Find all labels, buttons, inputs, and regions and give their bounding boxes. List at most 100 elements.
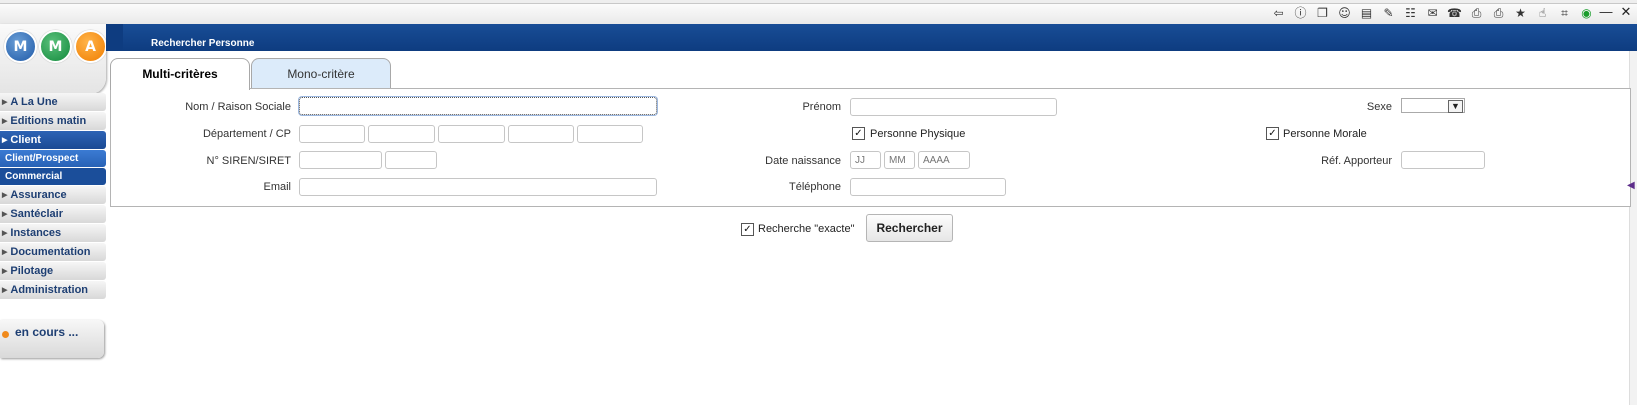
departement-label: Département / CP — [202, 128, 291, 140]
star-icon[interactable]: ★ — [1512, 5, 1529, 21]
prenom-input[interactable] — [850, 98, 1057, 116]
sexe-label: Sexe — [1366, 101, 1392, 113]
check-icon: ✓ — [854, 128, 863, 139]
siren-label: N° SIREN/SIRET — [206, 155, 291, 167]
prenom-label: Prénom — [802, 101, 841, 113]
chevron-down-icon: ▼ — [1448, 100, 1463, 113]
arrow-right-icon: ▶ — [2, 118, 8, 125]
card-icon[interactable]: ▤ — [1358, 5, 1375, 21]
cp-input[interactable] — [577, 125, 643, 143]
tab-mono-critere[interactable]: Mono-critère — [251, 58, 391, 89]
sidebar-item-pilotage[interactable]: ▶ Pilotage — [0, 262, 106, 280]
arrow-right-icon: ▶ — [2, 137, 8, 144]
status-icon[interactable]: ◉ — [1578, 5, 1595, 21]
sidebar-menu: ▶ A La Une ▶ Editions matin ▶ Client Client/Pr… — [0, 93, 106, 300]
status-panel: en cours ... — [0, 320, 104, 358]
copy-icon[interactable]: ❐ — [1314, 5, 1331, 21]
personne-morale-label: Personne Morale — [1283, 128, 1367, 140]
sidebar-item-administration[interactable]: ▶ Administration — [0, 281, 106, 299]
hand-icon[interactable]: ☝ — [1534, 5, 1551, 21]
date-naissance-label: Date naissance — [765, 155, 841, 167]
recherche-exacte-label: Recherche "exacte" — [758, 223, 855, 235]
sidebar-item-label: Editions matin — [10, 115, 87, 127]
sexe-select[interactable]: ▼ — [1401, 98, 1465, 113]
telephone-label: Téléphone — [789, 181, 841, 193]
search-button[interactable]: Rechercher — [866, 214, 953, 242]
telephone-input[interactable] — [850, 178, 1006, 196]
arrow-right-icon: ▶ — [2, 192, 8, 199]
arrow-right-icon: ▶ — [2, 268, 8, 275]
logo-letter-a: A — [74, 30, 107, 63]
arrow-right-icon: ▶ — [2, 249, 8, 256]
status-dot-icon — [2, 331, 9, 338]
recherche-exacte-checkbox[interactable]: ✓ — [741, 223, 754, 236]
sidebar-item-editions-matin[interactable]: ▶ Editions matin — [0, 112, 106, 130]
check-icon: ✓ — [743, 224, 752, 235]
personne-physique-checkbox[interactable]: ✓ — [852, 127, 865, 140]
ref-apporteur-label: Réf. Apporteur — [1321, 155, 1392, 167]
sidebar-item-label: Documentation — [10, 246, 91, 258]
departement-input-1[interactable] — [299, 125, 365, 143]
sidebar-item-label: Pilotage — [10, 265, 54, 277]
email-label: Email — [263, 181, 291, 193]
arrow-right-icon: ▶ — [2, 211, 8, 218]
scroll-arrow-icon[interactable]: ◀ — [1627, 180, 1635, 191]
date-month-input[interactable] — [884, 151, 915, 169]
smiley-icon[interactable]: ☺ — [1336, 5, 1353, 21]
sidebar-item-label: Santéclair — [10, 208, 63, 220]
mma-logo: M M A — [4, 30, 107, 63]
logo-panel: M M A — [0, 24, 107, 94]
sidebar-item-label: Client — [10, 134, 41, 146]
logout-icon[interactable]: ⇦ — [1270, 5, 1287, 21]
sidebar-item-label: Commercial — [5, 171, 63, 182]
sidebar-item-label: Assurance — [10, 189, 67, 201]
phone-icon[interactable]: ☎ — [1446, 5, 1463, 21]
sidebar-item-client-prospect[interactable]: Client/Prospect — [0, 150, 106, 167]
arrow-right-icon: ▶ — [2, 287, 8, 294]
departement-input-3[interactable] — [438, 125, 505, 143]
tab-multi-criteres[interactable]: Multi-critères — [110, 58, 250, 90]
edit-icon[interactable]: ✎ — [1380, 5, 1397, 21]
siret-input[interactable] — [385, 151, 437, 169]
sidebar-item-client[interactable]: ▶ Client — [0, 131, 106, 149]
sidebar-item-label: Client/Prospect — [5, 153, 79, 164]
toolbar-edge — [0, 0, 1637, 4]
minimize-icon[interactable]: — — [1599, 5, 1613, 19]
sidebar-item-instances[interactable]: ▶ Instances — [0, 224, 106, 242]
title-bar: Rechercher Personne — [123, 24, 1637, 51]
print-icon[interactable]: ⎙ — [1468, 5, 1485, 21]
info-icon[interactable]: ⓘ — [1292, 5, 1309, 21]
personne-morale-checkbox[interactable]: ✓ — [1266, 127, 1279, 140]
page-title: Rechercher Personne — [151, 38, 255, 49]
users-icon[interactable]: ☷ — [1402, 5, 1419, 21]
status-text: en cours ... — [15, 325, 79, 339]
date-year-input[interactable] — [918, 151, 970, 169]
arrow-right-icon: ▶ — [2, 230, 8, 237]
title-bar-corner — [106, 24, 123, 51]
nom-input[interactable] — [299, 97, 657, 115]
sidebar-item-label: Instances — [10, 227, 62, 239]
email-input[interactable] — [299, 178, 657, 196]
ref-apporteur-input[interactable] — [1401, 151, 1485, 169]
logo-letter-m2: M — [39, 30, 72, 63]
sidebar-item-a-la-une[interactable]: ▶ A La Une — [0, 93, 106, 111]
mail-icon[interactable]: ✉ — [1424, 5, 1441, 21]
toolbar-icons: ⇦ ⓘ ❐ ☺ ▤ ✎ ☷ ✉ ☎ ⎙ ⎙ ★ ☝ ⌗ ◉ — [1270, 5, 1595, 21]
sidebar-item-label: A La Une — [10, 96, 58, 108]
sidebar-item-documentation[interactable]: ▶ Documentation — [0, 243, 106, 261]
departement-input-4[interactable] — [508, 125, 574, 143]
nom-label: Nom / Raison Sociale — [185, 101, 291, 113]
personne-physique-label: Personne Physique — [870, 128, 966, 140]
date-day-input[interactable] — [850, 151, 881, 169]
print-alt-icon[interactable]: ⎙ — [1490, 5, 1507, 21]
siren-input[interactable] — [299, 151, 382, 169]
logo-letter-m1: M — [4, 30, 37, 63]
sidebar-item-label: Administration — [10, 284, 89, 296]
sidebar-item-sant-clair[interactable]: ▶ Santéclair — [0, 205, 106, 223]
plug-icon[interactable]: ⌗ — [1556, 5, 1573, 21]
sidebar-item-assurance[interactable]: ▶ Assurance — [0, 186, 106, 204]
sidebar-item-commercial[interactable]: Commercial — [0, 168, 106, 185]
departement-input-2[interactable] — [368, 125, 435, 143]
close-icon[interactable]: ✕ — [1619, 5, 1633, 19]
check-icon: ✓ — [1268, 128, 1277, 139]
